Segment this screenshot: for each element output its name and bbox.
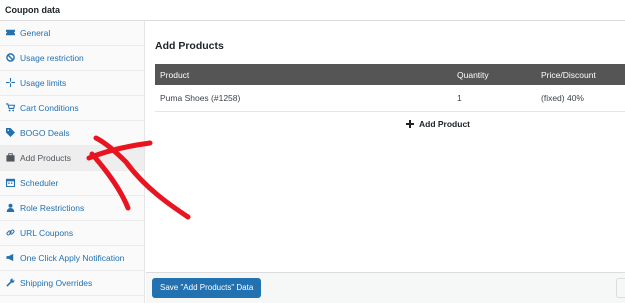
table-header-row: Product Quantity Price/Discount	[155, 64, 625, 85]
sidebar-item-url-coupons[interactable]: URL Coupons	[0, 221, 144, 246]
add-product-label: Add Product	[419, 119, 470, 129]
megaphone-icon	[6, 253, 15, 262]
sidebar-item-usage-limits[interactable]: Usage limits	[0, 71, 144, 96]
column-header-quantity: Quantity	[452, 64, 536, 85]
sidebar-item-label: Usage restriction	[20, 53, 84, 63]
sidebar-item-bogo-deals[interactable]: BOGO Deals	[0, 121, 144, 146]
add-products-panel: Add Products Product Quantity Price/Disc…	[146, 21, 625, 303]
plus-icon	[406, 120, 414, 128]
quantity-cell: 1	[452, 85, 536, 112]
column-header-price-discount: Price/Discount	[536, 64, 625, 85]
sidebar-item-label: One Click Apply Notification	[20, 253, 125, 263]
sidebar-item-scheduler[interactable]: Scheduler	[0, 171, 144, 196]
secondary-button[interactable]	[616, 278, 625, 298]
panel-header: Coupon data	[0, 0, 625, 21]
user-icon	[6, 203, 15, 212]
sidebar-item-label: Shipping Overrides	[20, 278, 93, 288]
price-discount-cell: (fixed) 40%	[536, 85, 625, 112]
sidebar-item-role-restrictions[interactable]: Role Restrictions	[0, 196, 144, 221]
sidebar-item-label: General	[20, 28, 51, 38]
sidebar: General Usage restriction Usage limits C…	[0, 21, 145, 303]
sidebar-item-label: Role Restrictions	[20, 203, 85, 213]
sidebar-item-general[interactable]: General	[0, 21, 144, 46]
link-icon	[6, 228, 15, 237]
sidebar-item-label: URL Coupons	[20, 228, 74, 238]
crosshair-icon	[6, 78, 15, 87]
save-add-products-button[interactable]: Save "Add Products" Data	[152, 278, 262, 298]
sidebar-item-label: Cart Conditions	[20, 103, 79, 113]
sidebar-item-shipping-overrides[interactable]: Shipping Overrides	[0, 271, 144, 296]
panel-title: Coupon data	[5, 5, 60, 15]
sidebar-item-label: Add Products	[20, 153, 72, 163]
tag-icon	[6, 128, 15, 137]
sidebar-item-label: Scheduler	[20, 178, 59, 188]
wrench-icon	[6, 278, 15, 287]
table-row[interactable]: Puma Shoes (#1258) 1 (fixed) 40%	[155, 85, 625, 112]
panel-footer: Save "Add Products" Data	[146, 272, 625, 303]
sidebar-item-add-products[interactable]: Add Products	[0, 146, 144, 171]
sidebar-item-label: Usage limits	[20, 78, 67, 88]
ticket-icon	[6, 28, 15, 37]
product-cell: Puma Shoes (#1258)	[155, 85, 452, 112]
briefcase-icon	[6, 153, 15, 162]
sidebar-item-usage-restriction[interactable]: Usage restriction	[0, 46, 144, 71]
sidebar-item-label: BOGO Deals	[20, 128, 70, 138]
column-header-product: Product	[155, 64, 452, 85]
cart-icon	[6, 103, 15, 112]
add-product-button[interactable]: Add Product	[406, 119, 470, 129]
calendar-icon	[6, 178, 15, 187]
sidebar-item-one-click-apply-notification[interactable]: One Click Apply Notification	[0, 246, 144, 271]
section-title: Add Products	[155, 40, 224, 52]
products-table: Product Quantity Price/Discount Puma Sho…	[155, 64, 625, 112]
sidebar-item-cart-conditions[interactable]: Cart Conditions	[0, 96, 144, 121]
block-icon	[6, 53, 15, 62]
